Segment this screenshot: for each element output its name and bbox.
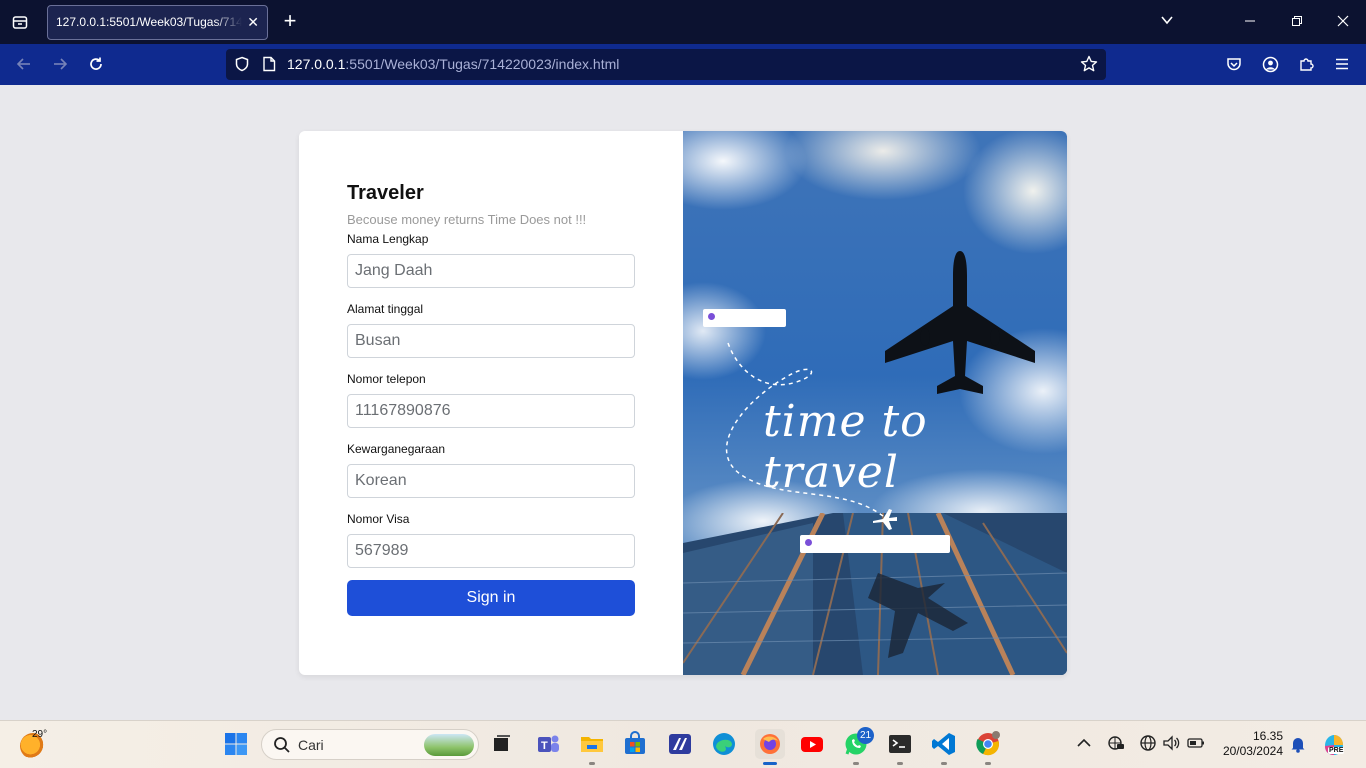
form-title: Traveler xyxy=(347,182,424,204)
hero-tagline: time to travel xyxy=(763,396,928,498)
new-tab-button[interactable]: + xyxy=(279,10,301,34)
location-dot-icon xyxy=(805,539,812,546)
network-cloud-icon[interactable] xyxy=(1106,733,1126,753)
youtube-icon[interactable] xyxy=(799,731,825,757)
input-alamat-tinggal[interactable] xyxy=(347,324,635,358)
whatsapp-unread-badge: 21 xyxy=(857,727,875,744)
location-pin-box-bottom xyxy=(800,535,950,553)
copilot-preview-badge: PRE xyxy=(1328,747,1345,754)
input-nomor-telepon[interactable] xyxy=(347,394,635,428)
globe-language-icon[interactable] xyxy=(1138,733,1158,753)
label-alamat-tinggal: Alamat tinggal xyxy=(347,302,424,316)
search-icon xyxy=(273,736,291,759)
windows-taskbar: 29° Cari T 21 16.35 20/03/2024 PRE xyxy=(0,720,1366,768)
copilot-icon[interactable]: PRE xyxy=(1321,732,1347,758)
input-nama-lengkap[interactable] xyxy=(347,254,635,288)
restore-window-button[interactable] xyxy=(1285,10,1309,34)
browser-tab-active[interactable]: 127.0.0.1:5501/Week03/Tugas/714220023/in… xyxy=(47,5,268,40)
terminal-running-indicator xyxy=(897,762,903,765)
teams-icon[interactable]: T xyxy=(535,731,561,757)
volume-speaker-icon[interactable] xyxy=(1161,733,1181,753)
url-host: 127.0.0.1 xyxy=(287,56,346,72)
firefox-icon[interactable] xyxy=(755,729,785,759)
label-nomor-telepon: Nomor telepon xyxy=(347,372,426,386)
url-text[interactable]: 127.0.0.1:5501/Week03/Tugas/714220023/in… xyxy=(287,49,619,80)
clock-time: 16.35 xyxy=(1252,729,1283,743)
weather-temperature: 29° xyxy=(32,729,48,740)
back-arrow-icon[interactable] xyxy=(12,52,36,76)
system-clock[interactable]: 16.35 20/03/2024 xyxy=(1220,729,1283,759)
browser-tab-bar: 127.0.0.1:5501/Week03/Tugas/714220023/in… xyxy=(0,0,1366,44)
account-icon[interactable] xyxy=(1258,52,1282,76)
taskbar-search-box[interactable]: Cari xyxy=(261,729,479,760)
chrome-icon[interactable] xyxy=(975,731,1001,757)
battery-icon[interactable] xyxy=(1186,733,1206,753)
close-window-button[interactable] xyxy=(1331,10,1355,34)
form-subtitle: Becouse money returns Time Does not !!! xyxy=(347,212,587,227)
explorer-running-indicator xyxy=(589,762,595,765)
vscode-running-indicator xyxy=(941,762,947,765)
travel-hero-image: time to travel xyxy=(683,131,1067,675)
url-path: :5501/Week03/Tugas/714220023/index.html xyxy=(345,56,620,72)
terminal-icon[interactable] xyxy=(887,731,913,757)
forward-arrow-icon[interactable] xyxy=(48,52,72,76)
svg-text:T: T xyxy=(541,740,548,752)
input-nomor-visa[interactable] xyxy=(347,534,635,568)
address-bar[interactable]: 127.0.0.1:5501/Week03/Tugas/714220023/in… xyxy=(226,49,1106,80)
chrome-running-indicator xyxy=(985,762,991,765)
notification-bell-icon[interactable] xyxy=(1288,734,1308,754)
tracking-shield-icon[interactable] xyxy=(234,56,250,77)
pocket-icon[interactable] xyxy=(1222,52,1246,76)
location-dot-icon xyxy=(708,313,715,320)
search-placeholder: Cari xyxy=(298,737,324,753)
file-explorer-icon[interactable] xyxy=(579,731,605,757)
search-highlight-image xyxy=(424,734,474,756)
bookmark-star-icon[interactable] xyxy=(1080,55,1098,78)
tab-title: 127.0.0.1:5501/Week03/Tugas/714220023/in… xyxy=(56,15,242,29)
microsoft-store-icon[interactable] xyxy=(622,731,648,757)
firefox-active-indicator xyxy=(763,762,777,765)
traveler-form: Traveler Becouse money returns Time Does… xyxy=(299,131,683,675)
label-nomor-visa: Nomor Visa xyxy=(347,512,410,526)
edge-browser-icon[interactable] xyxy=(711,731,737,757)
sign-in-button[interactable]: Sign in xyxy=(347,580,635,616)
tab-list-icon[interactable] xyxy=(8,10,32,34)
show-hidden-icons-chevron-icon[interactable] xyxy=(1074,733,1094,753)
list-all-tabs-chevron-icon[interactable] xyxy=(1155,10,1179,34)
extensions-icon[interactable] xyxy=(1294,52,1318,76)
reload-icon[interactable] xyxy=(84,52,108,76)
location-pin-box-top xyxy=(703,309,786,327)
label-kewarganegaraan: Kewarganegaraan xyxy=(347,442,446,456)
label-nama-lengkap: Nama Lengkap xyxy=(347,232,429,246)
app-launcher-icon[interactable] xyxy=(667,731,693,757)
tab-close-icon[interactable]: ✕ xyxy=(247,6,259,39)
hamburger-menu-icon[interactable] xyxy=(1330,52,1354,76)
small-plane-icon xyxy=(873,509,897,530)
page-info-icon[interactable] xyxy=(262,56,276,77)
input-kewarganegaraan[interactable] xyxy=(347,464,635,498)
clock-date: 20/03/2024 xyxy=(1222,744,1283,758)
minimize-window-button[interactable] xyxy=(1238,10,1262,34)
vscode-icon[interactable] xyxy=(931,731,957,757)
login-card: Traveler Becouse money returns Time Does… xyxy=(299,131,1067,675)
task-view-icon[interactable] xyxy=(489,731,515,757)
browser-nav-bar: 127.0.0.1:5501/Week03/Tugas/714220023/in… xyxy=(0,44,1366,85)
whatsapp-running-indicator xyxy=(853,762,859,765)
start-windows-icon[interactable] xyxy=(223,731,249,757)
